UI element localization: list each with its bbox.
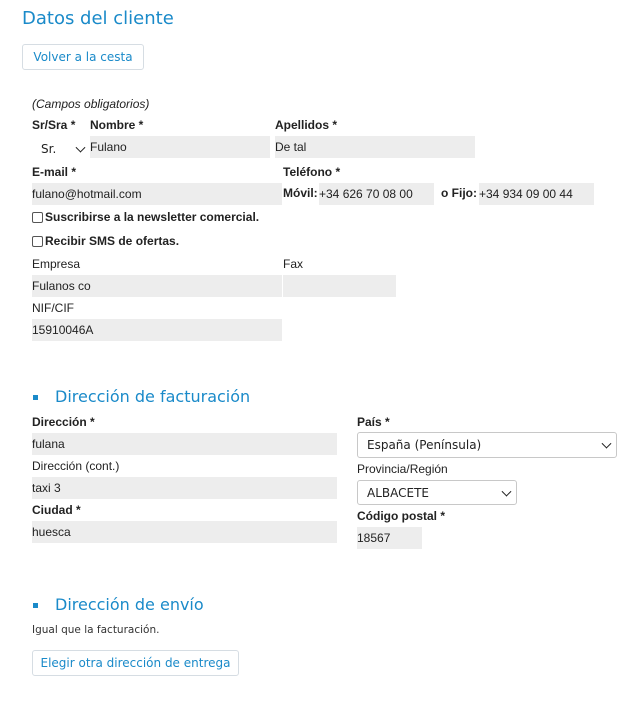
postal-code-label: Código postal * <box>357 509 445 523</box>
salutation-select[interactable]: Sr. <box>32 137 90 161</box>
province-label: Provincia/Región <box>357 462 448 476</box>
country-value: España (Península) <box>367 438 482 452</box>
chevron-down-icon <box>501 486 512 497</box>
billing-section-title: Dirección de facturación <box>55 387 251 406</box>
landline-field[interactable]: +34 934 09 00 44 <box>479 183 594 205</box>
page-title: Datos del cliente <box>22 8 174 29</box>
newsletter-label: Suscribirse a la newsletter comercial. <box>45 210 260 224</box>
choose-other-address-button[interactable]: Elegir otra dirección de entrega <box>32 650 239 676</box>
surname-label: Apellidos * <box>275 118 338 132</box>
surname-field[interactable]: De tal <box>275 136 475 158</box>
name-label: Nombre * <box>90 118 144 132</box>
phone-label: Teléfono * <box>283 165 341 179</box>
company-field[interactable]: Fulanos co <box>32 275 282 297</box>
mobile-field[interactable]: +34 626 70 08 00 <box>319 183 434 205</box>
sms-label: Recibir SMS de ofertas. <box>45 234 180 248</box>
city-field[interactable]: huesca <box>32 521 337 543</box>
postal-code-field[interactable]: 18567 <box>357 527 422 549</box>
email-label: E-mail * <box>32 165 77 179</box>
section-bullet <box>33 395 38 400</box>
chevron-down-icon <box>75 142 86 153</box>
sms-checkbox[interactable] <box>32 236 43 247</box>
province-value: ALBACETE <box>367 485 429 500</box>
province-select[interactable]: ALBACETE <box>357 480 517 505</box>
salutation-label: Sr/Sra * <box>32 118 76 132</box>
fax-label: Fax <box>283 257 304 271</box>
country-label: País * <box>357 415 390 429</box>
fax-field[interactable] <box>283 275 396 297</box>
chevron-down-icon <box>601 438 612 449</box>
required-fields-note: (Campos obligatorios) <box>32 97 150 111</box>
shipping-section-title: Dirección de envío <box>55 595 204 614</box>
nif-label: NIF/CIF <box>32 301 74 315</box>
mobile-label: Móvil: <box>283 186 318 200</box>
company-label: Empresa <box>32 257 81 271</box>
city-label: Ciudad * <box>32 503 81 517</box>
landline-label: o Fijo: <box>441 186 477 200</box>
shipping-note: Igual que la facturación. <box>32 624 160 636</box>
name-field[interactable]: Fulano <box>90 136 270 158</box>
nif-field[interactable]: 15910046A <box>32 319 282 341</box>
address2-field[interactable]: taxi 3 <box>32 477 337 499</box>
newsletter-checkbox[interactable] <box>32 212 43 223</box>
country-select[interactable]: España (Península) <box>357 432 617 458</box>
address-field[interactable]: fulana <box>32 433 337 455</box>
email-field[interactable]: fulano@hotmail.com <box>32 183 282 205</box>
address-label: Dirección * <box>32 415 95 429</box>
salutation-value: Sr. <box>41 142 57 156</box>
back-to-cart-button[interactable]: Volver a la cesta <box>22 44 144 70</box>
section-bullet <box>33 603 38 608</box>
address2-label: Dirección (cont.) <box>32 459 120 473</box>
